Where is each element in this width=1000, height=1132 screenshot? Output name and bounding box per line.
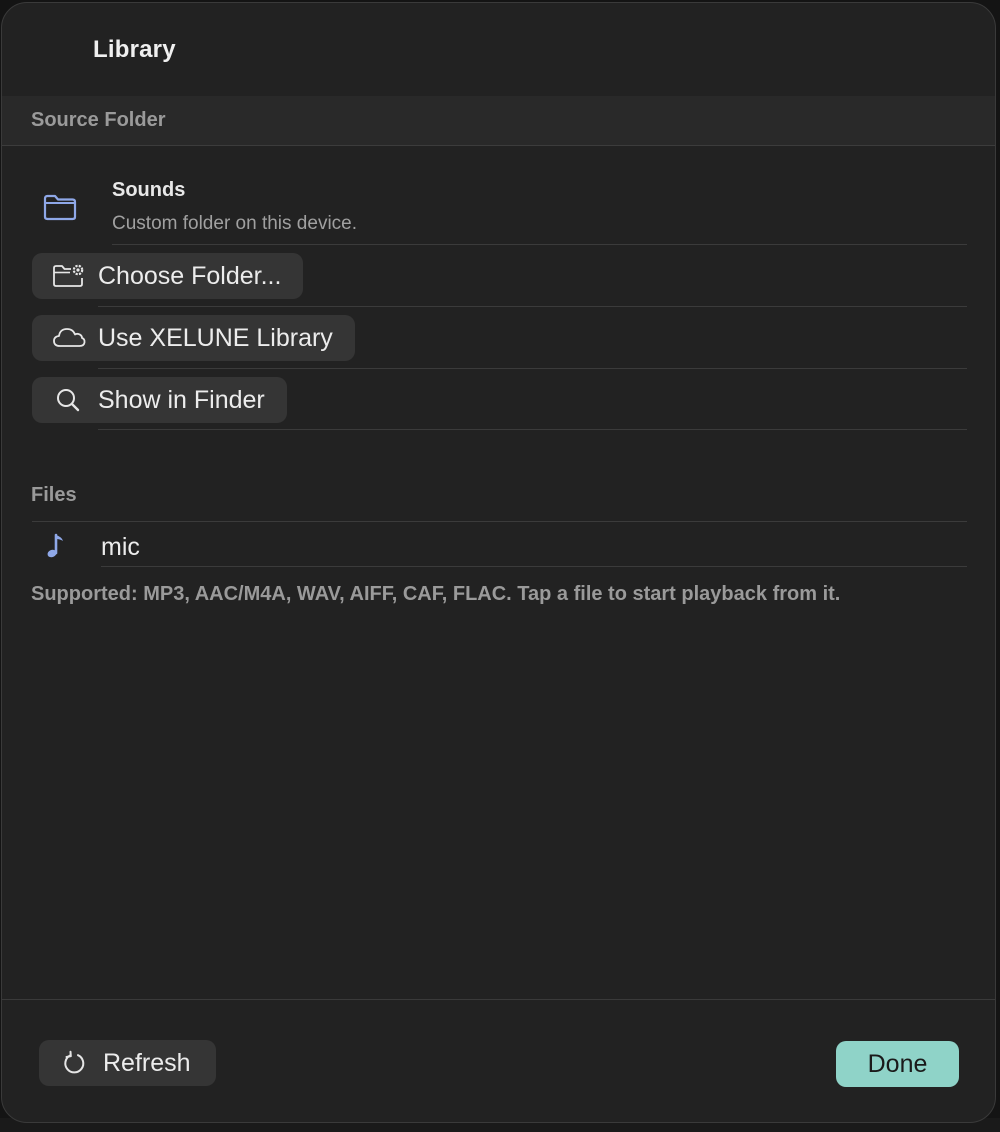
cloud-icon: [52, 323, 86, 353]
library-dialog: Library Source Folder Sounds Custom fold…: [1, 2, 996, 1123]
footer-divider: [2, 999, 995, 1000]
dialog-title: Library: [93, 36, 176, 63]
folder-icon: [43, 194, 77, 221]
choose-folder-button[interactable]: Choose Folder...: [32, 253, 304, 299]
file-name: mic: [101, 533, 140, 561]
divider: [98, 306, 967, 307]
show-in-finder-button[interactable]: Show in Finder: [32, 377, 287, 423]
music-note-icon: [47, 533, 63, 558]
divider: [32, 521, 967, 522]
source-folder-name: Sounds: [112, 179, 186, 201]
folder-gear-icon: [52, 261, 86, 291]
divider: [112, 244, 967, 245]
refresh-button[interactable]: Refresh: [39, 1040, 216, 1086]
supported-formats-note: Supported: MP3, AAC/M4A, WAV, AIFF, CAF,…: [31, 583, 841, 605]
divider: [98, 368, 967, 369]
show-in-finder-label: Show in Finder: [98, 385, 265, 414]
magnifier-icon: [52, 385, 86, 415]
divider: [101, 566, 967, 567]
file-list-item[interactable]: mic: [32, 524, 967, 568]
divider: [98, 429, 967, 430]
source-folder-header: Source Folder: [31, 109, 166, 131]
done-button[interactable]: Done: [836, 1041, 959, 1087]
files-header: Files: [31, 484, 77, 506]
refresh-label: Refresh: [103, 1048, 191, 1077]
choose-folder-label: Choose Folder...: [98, 261, 282, 290]
use-xelune-library-label: Use XELUNE Library: [98, 323, 333, 352]
source-folder-description: Custom folder on this device.: [112, 213, 358, 234]
refresh-icon: [61, 1050, 87, 1076]
use-xelune-library-button[interactable]: Use XELUNE Library: [32, 315, 355, 361]
